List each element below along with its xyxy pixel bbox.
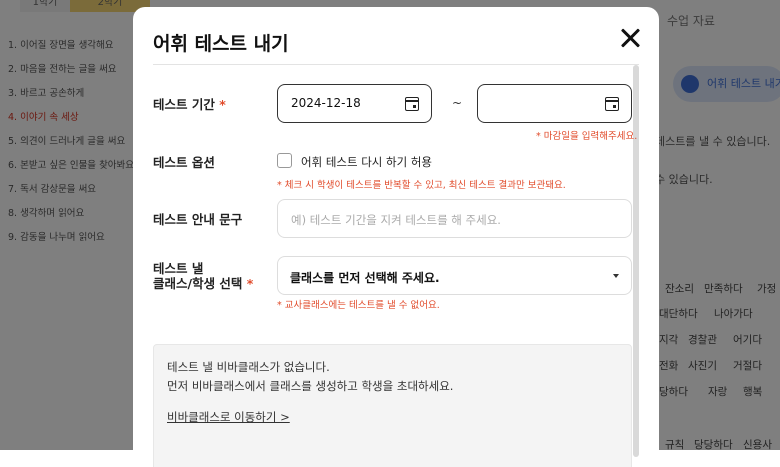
chevron-down-icon bbox=[613, 274, 619, 278]
scrollbar[interactable] bbox=[633, 65, 639, 457]
test-options-label: 테스트 옵션 bbox=[153, 155, 215, 170]
end-date-input[interactable] bbox=[477, 84, 632, 123]
no-class-info-box: 테스트 낼 비바클래스가 없습니다. 먼저 비바클래스에서 클래스를 생성하고 … bbox=[153, 344, 632, 467]
required-mark: * bbox=[246, 276, 254, 291]
target-select-label-line2-text: 클래스/학생 선택 bbox=[153, 276, 243, 291]
info-line-2: 먼저 비바클래스에서 클래스를 생성하고 학생을 초대하세요. bbox=[167, 379, 454, 393]
options-hint: * 체크 시 학생이 테스트를 반복할 수 있고, 최신 테스트 결과만 보관돼… bbox=[277, 180, 566, 191]
test-period-label-text: 테스트 기간 bbox=[153, 97, 215, 112]
calendar-icon[interactable] bbox=[405, 97, 419, 111]
retry-allow-checkbox[interactable] bbox=[277, 153, 292, 168]
target-select-label-line1: 테스트 낼 bbox=[153, 261, 204, 276]
vocab-test-modal: 어휘 테스트 내기 테스트 기간 * 2024-12-18 ~ * 마감일을 입… bbox=[133, 7, 659, 467]
class-student-select-value: 클래스를 먼저 선택해 주세요. bbox=[290, 271, 440, 285]
required-mark: * bbox=[219, 97, 226, 112]
close-icon[interactable] bbox=[617, 25, 643, 51]
test-period-label: 테스트 기간 * bbox=[153, 97, 226, 112]
test-guide-placeholder: 예) 테스트 기간을 지켜 테스트를 해 주세요. bbox=[291, 213, 501, 227]
target-select-label-line2: 클래스/학생 선택 * bbox=[153, 276, 253, 291]
test-guide-input[interactable]: 예) 테스트 기간을 지켜 테스트를 해 주세요. bbox=[277, 199, 632, 238]
info-line-1: 테스트 낼 비바클래스가 없습니다. bbox=[167, 360, 330, 374]
class-student-select[interactable]: 클래스를 먼저 선택해 주세요. bbox=[277, 256, 632, 295]
go-to-viva-class-link[interactable]: 비바클래스로 이동하기 > bbox=[167, 409, 290, 425]
target-hint: * 교사클래스에는 테스트를 낼 수 없어요. bbox=[277, 300, 440, 311]
test-guide-label: 테스트 안내 문구 bbox=[153, 212, 243, 227]
modal-title: 어휘 테스트 내기 bbox=[153, 33, 289, 55]
retry-allow-label[interactable]: 어휘 테스트 다시 하기 허용 bbox=[301, 154, 432, 170]
date-separator: ~ bbox=[452, 96, 463, 110]
divider bbox=[153, 64, 639, 65]
start-date-value: 2024-12-18 bbox=[291, 96, 361, 110]
target-select-label: 테스트 낼 클래스/학생 선택 * bbox=[153, 261, 253, 291]
end-date-hint: * 마감일을 입력해주세요. bbox=[536, 131, 638, 142]
start-date-input[interactable]: 2024-12-18 bbox=[277, 84, 432, 123]
calendar-icon[interactable] bbox=[605, 97, 619, 111]
